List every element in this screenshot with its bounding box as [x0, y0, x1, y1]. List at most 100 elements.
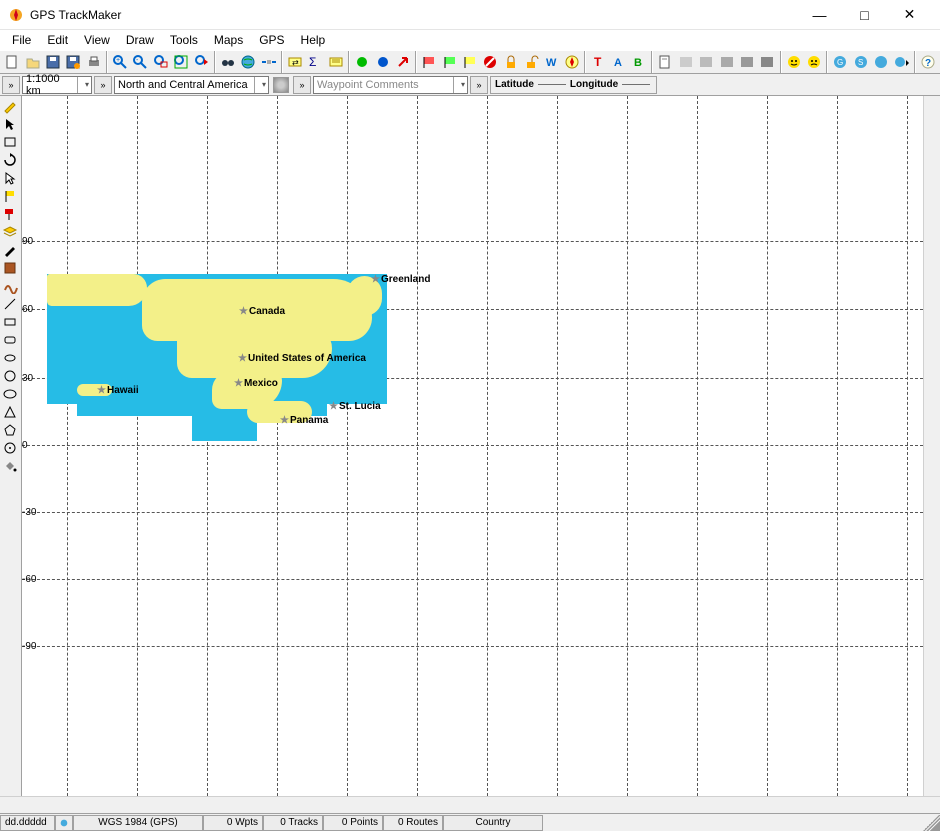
scale-combo[interactable]: 1:1000 km▾: [22, 76, 92, 94]
land: [47, 274, 147, 306]
zoom-previous-button[interactable]: [191, 51, 211, 73]
rounded-rect-tool[interactable]: [0, 331, 20, 349]
zoom-window-button[interactable]: [151, 51, 171, 73]
main-toolbar: + - ⇄ Σ W T A B G S ?: [0, 50, 940, 74]
comments-combo[interactable]: Waypoint Comments▾: [313, 76, 468, 94]
sigma-button[interactable]: Σ: [305, 51, 325, 73]
globe-g-button[interactable]: G: [830, 51, 850, 73]
flag-stop-button[interactable]: [480, 51, 500, 73]
globe-dd-button[interactable]: [891, 51, 911, 73]
close-button[interactable]: ✕: [887, 1, 932, 29]
maximize-button[interactable]: □: [842, 1, 887, 29]
menu-tools[interactable]: Tools: [162, 31, 206, 49]
flag-tool[interactable]: [0, 187, 20, 205]
rotate-tool[interactable]: [0, 151, 20, 169]
rect-tool[interactable]: [0, 313, 20, 331]
scale-value: 1:1000 km: [26, 73, 77, 97]
pointer-tool[interactable]: [0, 115, 20, 133]
fill-tool[interactable]: [0, 457, 20, 475]
paint-tool[interactable]: [0, 205, 20, 223]
world-button[interactable]: [238, 51, 258, 73]
new-file-button[interactable]: [2, 51, 22, 73]
menu-maps[interactable]: Maps: [206, 31, 251, 49]
save-file-button[interactable]: [43, 51, 63, 73]
status-tracks: 0 Tracks: [263, 815, 323, 831]
app-title: GPS TrackMaker: [30, 8, 797, 22]
book-tool[interactable]: [0, 259, 20, 277]
gray-3-button[interactable]: [716, 51, 736, 73]
menu-file[interactable]: File: [4, 31, 39, 49]
ellipse-tool[interactable]: [0, 349, 20, 367]
vertical-scrollbar[interactable]: [923, 96, 940, 796]
arrow-cursor-tool[interactable]: [0, 169, 20, 187]
face-1-button[interactable]: [784, 51, 804, 73]
zoom-out-button[interactable]: -: [130, 51, 150, 73]
print-button[interactable]: [84, 51, 104, 73]
gray-1-button[interactable]: [676, 51, 696, 73]
latitude-label: Latitude: [495, 79, 534, 90]
map-go-button[interactable]: »: [94, 76, 112, 94]
layers-button[interactable]: [326, 51, 346, 73]
oval-tool[interactable]: [0, 385, 20, 403]
zoom-extents-button[interactable]: [171, 51, 191, 73]
pencil-select-tool[interactable]: [0, 97, 20, 115]
gray-4-button[interactable]: [737, 51, 757, 73]
arrow-red-button[interactable]: [393, 51, 413, 73]
pen-tool[interactable]: [0, 241, 20, 259]
menu-help[interactable]: Help: [293, 31, 334, 49]
comments-go-button[interactable]: »: [293, 76, 311, 94]
left-toolbar: [0, 96, 22, 796]
pentagon-tool[interactable]: [0, 421, 20, 439]
gray-2-button[interactable]: [696, 51, 716, 73]
zoom-in-button[interactable]: +: [110, 51, 130, 73]
layers-tool[interactable]: [0, 223, 20, 241]
blue-dot-button[interactable]: [372, 51, 392, 73]
circle-tool[interactable]: [0, 367, 20, 385]
menu-edit[interactable]: Edit: [39, 31, 76, 49]
face-2-button[interactable]: [804, 51, 824, 73]
horizontal-scrollbar[interactable]: [0, 796, 940, 813]
path-tool[interactable]: [0, 277, 20, 295]
longitude-label: Longitude: [570, 79, 618, 90]
binoculars-button[interactable]: [218, 51, 238, 73]
map-canvas[interactable]: -180 -150 -120 -90 -60 -30 0 30 60 90 12…: [22, 96, 923, 796]
status-coord-fmt: dd.ddddd: [0, 815, 55, 831]
resize-grip[interactable]: [922, 815, 940, 831]
coord-go-button[interactable]: »: [470, 76, 488, 94]
minimize-button[interactable]: —: [797, 1, 842, 29]
info-toolbar: » 1:1000 km▾ » North and Central America…: [0, 74, 940, 96]
land: [347, 276, 382, 316]
map-combo[interactable]: North and Central America▾: [114, 76, 269, 94]
globe-s-button[interactable]: S: [851, 51, 871, 73]
flag-c-button[interactable]: [460, 51, 480, 73]
open-file-button[interactable]: [22, 51, 42, 73]
reduce-button[interactable]: ⇄: [285, 51, 305, 73]
w-button[interactable]: W: [541, 51, 561, 73]
lock-button[interactable]: [501, 51, 521, 73]
doc-button[interactable]: [655, 51, 675, 73]
line-tool[interactable]: [0, 295, 20, 313]
flag-a-button[interactable]: [419, 51, 439, 73]
gray-5-button[interactable]: [757, 51, 777, 73]
triangle-tool[interactable]: [0, 403, 20, 421]
menu-gps[interactable]: GPS: [251, 31, 292, 49]
text-b-button[interactable]: B: [629, 51, 649, 73]
save-as-button[interactable]: [63, 51, 83, 73]
green-dot-button[interactable]: [352, 51, 372, 73]
rectangle-tool[interactable]: [0, 133, 20, 151]
help-button[interactable]: ?: [918, 51, 938, 73]
scale-go-button[interactable]: »: [2, 76, 20, 94]
unlock-button[interactable]: [521, 51, 541, 73]
compass-button[interactable]: [562, 51, 582, 73]
satellite-button[interactable]: [259, 51, 279, 73]
globe-o-button[interactable]: [871, 51, 891, 73]
menu-view[interactable]: View: [76, 31, 118, 49]
text-a-button[interactable]: A: [609, 51, 629, 73]
menu-draw[interactable]: Draw: [118, 31, 162, 49]
status-routes: 0 Routes: [383, 815, 443, 831]
map-thumb: [273, 77, 289, 93]
statusbar: dd.ddddd WGS 1984 (GPS) 0 Wpts 0 Tracks …: [0, 813, 940, 831]
target-tool[interactable]: [0, 439, 20, 457]
text-t-button[interactable]: T: [588, 51, 608, 73]
flag-b-button[interactable]: [440, 51, 460, 73]
